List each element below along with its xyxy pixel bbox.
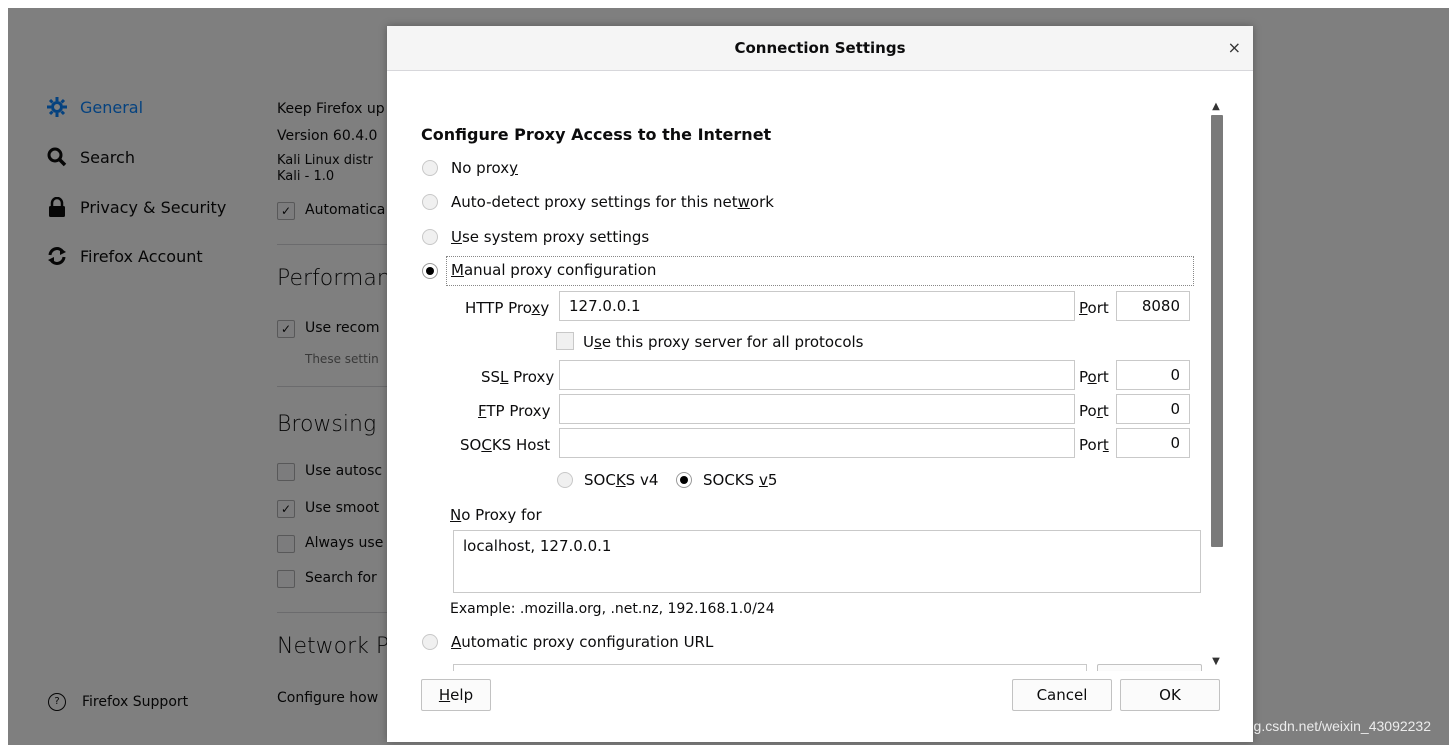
manual-proxy-radio[interactable] xyxy=(422,263,438,279)
cancel-button[interactable]: Cancel xyxy=(1012,679,1112,711)
no-proxy-label[interactable]: No proxy xyxy=(451,159,518,177)
connection-settings-dialog: Connection Settings × Configure Proxy Ac… xyxy=(387,26,1253,742)
socks-port-input[interactable] xyxy=(1116,428,1190,458)
socks-v5-label[interactable]: SOCKS v5 xyxy=(703,471,777,489)
no-proxy-for-textarea[interactable]: localhost, 127.0.0.1 xyxy=(453,530,1201,593)
ok-button[interactable]: OK xyxy=(1120,679,1220,711)
auto-url-radio[interactable] xyxy=(422,634,438,650)
no-proxy-radio[interactable] xyxy=(422,160,438,176)
http-proxy-input[interactable] xyxy=(559,291,1075,321)
system-proxy-radio[interactable] xyxy=(422,229,438,245)
close-icon[interactable]: × xyxy=(1228,38,1241,57)
auto-url-input[interactable] xyxy=(453,664,1087,671)
manual-proxy-label[interactable]: Manual proxy configuration xyxy=(451,261,656,279)
ssl-proxy-input[interactable] xyxy=(559,360,1075,390)
dialog-title: Connection Settings xyxy=(734,39,906,57)
auto-detect-label[interactable]: Auto-detect proxy settings for this netw… xyxy=(451,193,774,211)
use-for-all-label[interactable]: Use this proxy server for all protocols xyxy=(583,333,864,351)
proxy-heading: Configure Proxy Access to the Internet xyxy=(421,125,772,144)
socks-host-label: SOCKS Host xyxy=(460,436,551,454)
watermark: https://blog.csdn.net/weixin_43092232 xyxy=(1192,718,1431,734)
dialog-content: Configure Proxy Access to the Internet N… xyxy=(387,71,1253,671)
use-for-all-checkbox[interactable] xyxy=(556,332,574,350)
dialog-titlebar: Connection Settings × xyxy=(387,26,1253,71)
ssl-port-label: Port xyxy=(1079,368,1109,386)
system-proxy-label[interactable]: Use system proxy settings xyxy=(451,228,649,246)
ftp-port-input[interactable] xyxy=(1116,394,1190,424)
socks-v4-label[interactable]: SOCKS v4 xyxy=(584,471,658,489)
scroll-down-icon[interactable]: ▼ xyxy=(1209,656,1223,668)
scroll-thumb[interactable] xyxy=(1211,115,1223,547)
auto-detect-radio[interactable] xyxy=(422,194,438,210)
socks-v4-radio[interactable] xyxy=(557,472,573,488)
scroll-up-icon[interactable]: ▲ xyxy=(1209,101,1223,113)
socks-host-input[interactable] xyxy=(559,428,1075,458)
socks-v5-radio[interactable] xyxy=(676,472,692,488)
ssl-proxy-label: SSL Proxy xyxy=(481,368,555,386)
http-proxy-label: HTTP Proxy xyxy=(465,299,550,317)
ssl-port-input[interactable] xyxy=(1116,360,1190,390)
http-port-input[interactable] xyxy=(1116,291,1190,321)
example-text: Example: .mozilla.org, .net.nz, 192.168.… xyxy=(450,601,775,617)
ftp-proxy-label: FTP Proxy xyxy=(478,402,551,420)
ftp-proxy-input[interactable] xyxy=(559,394,1075,424)
dialog-scrollbar[interactable]: ▲ ▼ xyxy=(1209,101,1223,673)
help-button[interactable]: Help xyxy=(421,679,491,711)
socks-port-label: Port xyxy=(1079,436,1109,454)
http-port-label: Port xyxy=(1079,299,1109,317)
no-proxy-for-label: No Proxy for xyxy=(450,506,542,524)
ftp-port-label: Port xyxy=(1079,402,1109,420)
reload-button[interactable] xyxy=(1097,664,1202,671)
auto-url-label[interactable]: Automatic proxy configuration URL xyxy=(451,633,713,651)
